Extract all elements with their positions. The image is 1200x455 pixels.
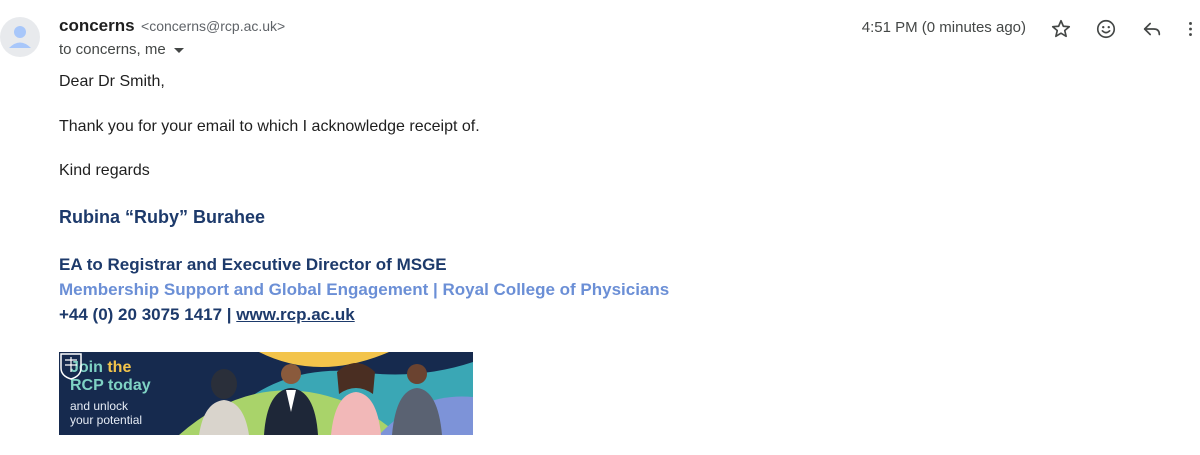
rcp-crest-icon [60, 353, 82, 380]
more-options-button[interactable] [1181, 14, 1200, 44]
reply-icon [1143, 22, 1161, 36]
banner-line-2: RCP today [70, 377, 151, 394]
signature-contact: +44 (0) 20 3075 1417 | www.rcp.ac.uk [59, 305, 355, 325]
emoji-icon [1096, 19, 1116, 39]
recipients-line: to concerns, me [59, 41, 186, 58]
signature-website-link[interactable]: www.rcp.ac.uk [236, 305, 354, 324]
rcp-promo-banner[interactable]: Join the RCP today and unlock your poten… [59, 352, 473, 435]
email-closing: Kind regards [59, 162, 150, 179]
banner-line-3: and unlock [70, 399, 129, 413]
message-timestamp: 4:51 PM (0 minutes ago) [861, 19, 1026, 36]
signature-name: Rubina “Ruby” Burahee [59, 207, 266, 227]
email-greeting: Dear Dr Smith, [59, 73, 165, 90]
recipients-text: to concerns, me [59, 41, 166, 58]
banner-line-4: your potential [70, 413, 143, 428]
sender-name[interactable]: concerns [59, 16, 135, 35]
email-paragraph: Thank you for your email to which I ackn… [59, 118, 480, 135]
more-icon [1189, 22, 1192, 36]
sender-email: <concerns@rcp.ac.uk> [141, 18, 286, 34]
signature-phone: +44 (0) 20 3075 1417 | [59, 305, 232, 324]
add-reaction-button[interactable] [1091, 14, 1121, 44]
reply-button[interactable] [1137, 14, 1167, 44]
signature-role: EA to Registrar and Executive Director o… [59, 255, 447, 274]
sender-line: concerns <concerns@rcp.ac.uk> [59, 16, 285, 36]
star-icon [1051, 19, 1071, 38]
star-button[interactable] [1046, 14, 1076, 44]
sender-avatar[interactable] [0, 17, 40, 57]
signature-department: Membership Support and Global Engagement… [59, 280, 670, 299]
avatar-icon [9, 26, 31, 48]
chevron-down-icon[interactable] [172, 43, 186, 57]
